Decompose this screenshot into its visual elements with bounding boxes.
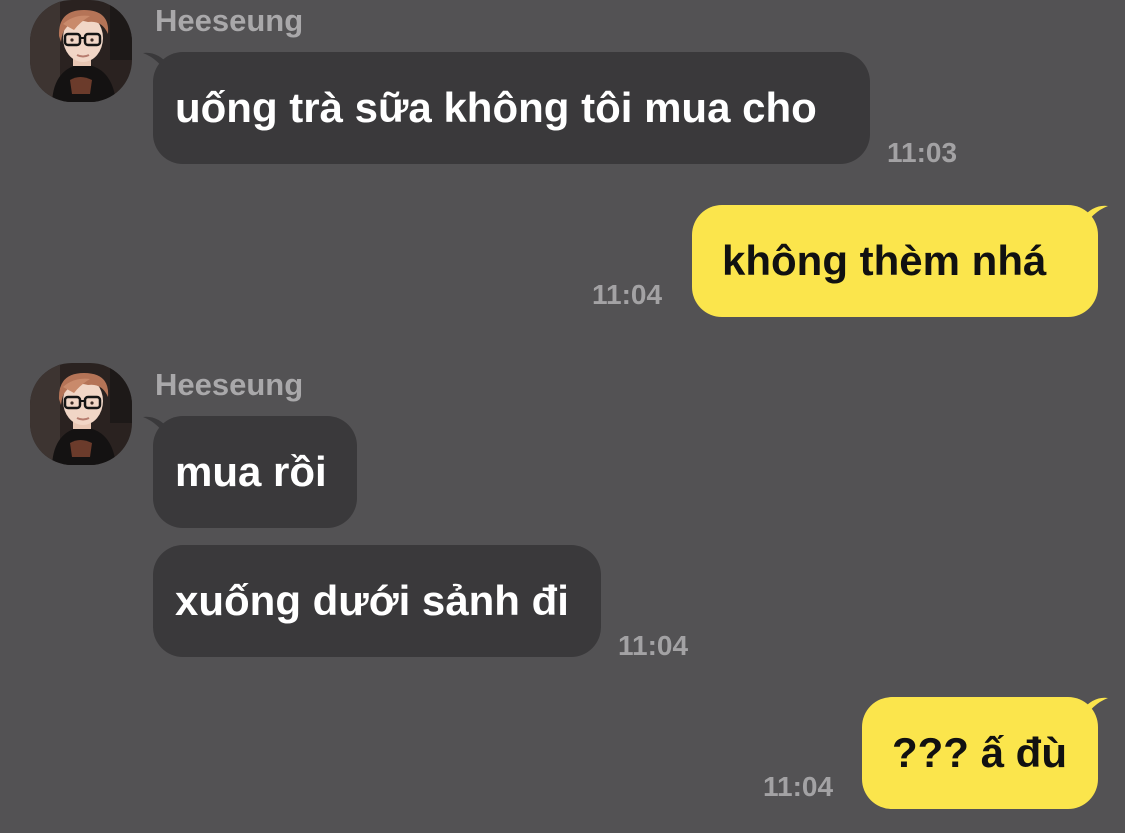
profile-photo-icon (30, 0, 132, 102)
message-text: uống trà sữa không tôi mua cho (175, 84, 817, 131)
bubble-tail-icon (1082, 205, 1108, 230)
bubble-tail-icon (1082, 697, 1108, 722)
message-timestamp: 11:04 (592, 279, 663, 310)
message-timestamp: 11:04 (763, 771, 834, 802)
sender-name: Heeseung (155, 367, 304, 402)
profile-photo-icon (30, 363, 132, 465)
message-bubble[interactable]: mua rồi (143, 416, 357, 528)
message-timestamp: 11:04 (618, 630, 689, 661)
avatar[interactable] (30, 363, 132, 465)
bubble-tail-icon (143, 52, 169, 77)
message-bubble[interactable]: xuống dưới sảnh đi (153, 545, 601, 657)
message-bubble[interactable]: ??? ấ đù (862, 697, 1108, 809)
message-text: không thèm nhá (722, 237, 1047, 284)
bubble-tail-icon (143, 416, 169, 441)
sender-name: Heeseung (155, 3, 304, 38)
message-text: mua rồi (175, 448, 327, 495)
message-text: ??? ấ đù (892, 729, 1067, 776)
avatar[interactable] (30, 0, 132, 102)
message-bubble[interactable]: không thèm nhá (692, 205, 1108, 317)
message-timestamp: 11:03 (887, 137, 958, 168)
message-text: xuống dưới sảnh đi (175, 577, 569, 624)
message-bubble[interactable]: uống trà sữa không tôi mua cho (143, 52, 870, 164)
